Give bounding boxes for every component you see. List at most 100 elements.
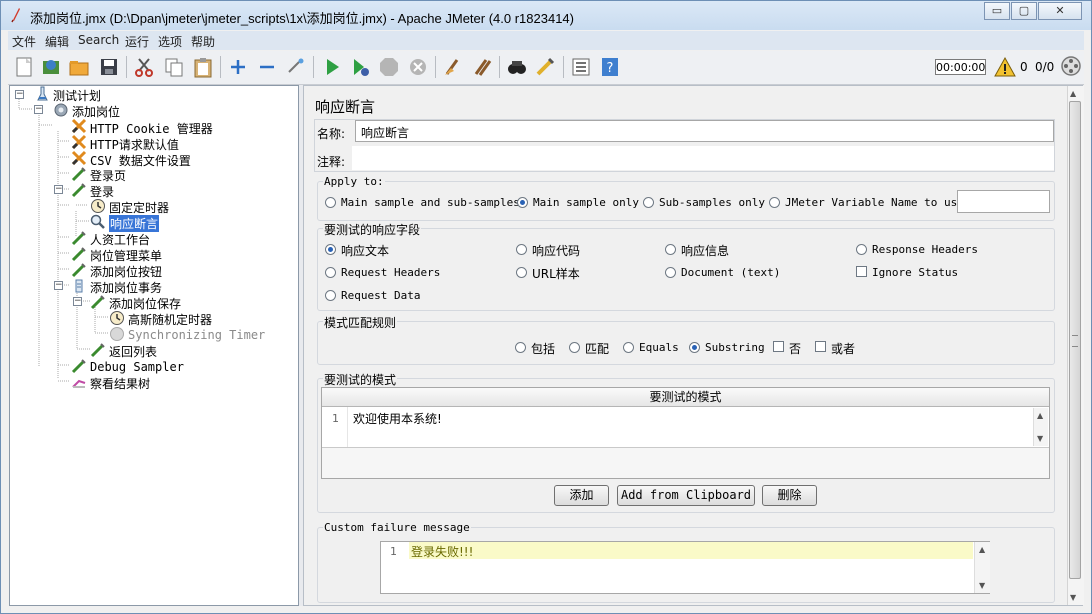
sampler-icon <box>71 167 86 182</box>
current-line-highlight <box>409 542 973 559</box>
scroll-down-icon[interactable]: ▼ <box>1070 593 1076 602</box>
menu-help[interactable]: 帮助 <box>191 33 215 50</box>
new-icon[interactable] <box>13 56 35 78</box>
tree-item-label: HTTP Cookie 管理器 <box>90 122 213 136</box>
close-button[interactable]: ✕ <box>1038 2 1082 20</box>
option-label: 响应代码 <box>532 244 581 258</box>
menu-run[interactable]: 运行 <box>125 33 149 50</box>
scroll-up-icon[interactable]: ▲ <box>979 545 985 554</box>
reset-search-icon[interactable] <box>534 56 556 78</box>
search-icon[interactable] <box>506 56 528 78</box>
sampler-icon <box>71 247 86 262</box>
paste-icon[interactable] <box>192 56 214 78</box>
menu-search[interactable]: Search <box>78 33 119 47</box>
tree-item-label: 返回列表 <box>109 345 158 359</box>
not-checkbox[interactable] <box>773 341 784 352</box>
start-no-pauses-icon[interactable] <box>349 56 371 78</box>
maximize-button[interactable]: ▢ <box>1011 2 1037 20</box>
line-number: 1 <box>390 545 397 558</box>
tree-item-label: HTTP请求默认值 <box>90 138 179 152</box>
failure-editor-scrollbar[interactable]: ▲ ▼ <box>974 542 990 593</box>
scroll-up-icon[interactable]: ▲ <box>1070 89 1076 98</box>
scroll-up-icon[interactable]: ▲ <box>1037 411 1043 420</box>
name-value: 响应断言 <box>361 126 410 140</box>
copy-icon[interactable] <box>163 56 185 78</box>
sampler-icon <box>71 263 86 278</box>
radio-main-only[interactable] <box>517 197 528 208</box>
radio-response-message[interactable] <box>665 244 676 255</box>
clear-icon[interactable] <box>442 56 464 78</box>
jmeter-window: 添加岗位.jmx (D:\Dpan\jmeter\jmeter_scripts\… <box>0 0 1092 614</box>
toolbar-separator <box>313 56 314 78</box>
menu-options[interactable]: 选项 <box>158 33 182 50</box>
option-label: Substring <box>705 341 765 354</box>
expand-all-icon[interactable] <box>227 56 249 78</box>
collapse-toggle[interactable]: − <box>73 297 82 306</box>
scroll-down-icon[interactable]: ▼ <box>979 581 985 590</box>
collapse-toggle[interactable]: − <box>54 185 63 194</box>
tree-item-label: Debug Sampler <box>90 360 184 374</box>
start-icon[interactable] <box>321 56 343 78</box>
option-label: Request Data <box>341 289 421 302</box>
save-icon[interactable] <box>98 56 120 78</box>
sampler-icon <box>71 359 86 374</box>
radio-response-headers[interactable] <box>856 244 867 255</box>
radio-request-data[interactable] <box>325 290 336 301</box>
templates-icon[interactable] <box>40 56 62 78</box>
radio-response-text[interactable] <box>325 244 336 255</box>
function-helper-icon[interactable] <box>570 56 592 78</box>
radio-jmeter-variable[interactable] <box>769 197 780 208</box>
stop-icon[interactable] <box>378 56 400 78</box>
pattern-editor-scrollbar[interactable]: ▲ ▼ <box>1033 408 1048 446</box>
transaction-controller-icon <box>75 279 83 293</box>
tree-item-label: 高斯随机定时器 <box>128 313 213 327</box>
comment-field[interactable] <box>352 146 1054 170</box>
menu-file[interactable]: 文件 <box>12 33 36 50</box>
thread-group-icon <box>54 103 68 117</box>
collapse-all-icon[interactable] <box>256 56 278 78</box>
toolbar-separator <box>499 56 500 78</box>
radio-response-code[interactable] <box>516 244 527 255</box>
listener-icon <box>72 379 86 388</box>
radio-sub-only[interactable] <box>643 197 654 208</box>
comment-label: 注释: <box>317 155 346 169</box>
name-field[interactable]: 响应断言 <box>355 120 1054 142</box>
open-icon[interactable] <box>68 56 90 78</box>
radio-matches[interactable] <box>569 342 580 353</box>
variable-name-input[interactable] <box>957 190 1050 213</box>
add-button[interactable]: 添加 <box>554 485 609 506</box>
patterns-table-header: 要测试的模式 <box>322 388 1049 407</box>
option-label: Main sample only <box>533 196 639 209</box>
or-checkbox[interactable] <box>815 341 826 352</box>
config-element-icon <box>71 134 87 150</box>
radio-main-and-sub[interactable] <box>325 197 336 208</box>
radio-url-sample[interactable] <box>516 267 527 278</box>
scroll-down-icon[interactable]: ▼ <box>1037 434 1043 443</box>
collapse-toggle[interactable]: − <box>34 105 43 114</box>
collapse-toggle[interactable]: − <box>15 90 24 99</box>
radio-contains[interactable] <box>515 342 526 353</box>
clear-all-icon[interactable] <box>471 56 493 78</box>
delete-button[interactable]: 删除 <box>762 485 817 506</box>
shutdown-icon[interactable] <box>407 56 429 78</box>
collapse-toggle[interactable]: − <box>54 281 63 290</box>
cut-icon[interactable] <box>133 56 155 78</box>
radio-request-headers[interactable] <box>325 267 336 278</box>
pattern-line: 欢迎使用本系统! <box>353 412 442 426</box>
minimize-button[interactable]: ▭ <box>984 2 1010 20</box>
option-label: Ignore Status <box>872 266 959 279</box>
radio-equals[interactable] <box>623 342 634 353</box>
scroll-grip-icon <box>1072 335 1078 347</box>
tree-item-label: 添加岗位按钮 <box>90 265 163 279</box>
option-label: Equals <box>639 341 679 354</box>
add-from-clipboard-button[interactable]: Add from Clipboard <box>617 485 755 506</box>
jmeter-feather-icon <box>11 8 20 23</box>
menu-edit[interactable]: 编辑 <box>45 33 69 50</box>
toolbar-separator <box>220 56 221 78</box>
radio-document-text[interactable] <box>665 267 676 278</box>
ignore-status-checkbox[interactable] <box>856 266 867 277</box>
warning-icon[interactable] <box>994 56 1016 78</box>
toggle-icon[interactable] <box>285 56 307 78</box>
help-icon[interactable]: ? <box>599 56 621 78</box>
radio-substring[interactable] <box>689 342 700 353</box>
